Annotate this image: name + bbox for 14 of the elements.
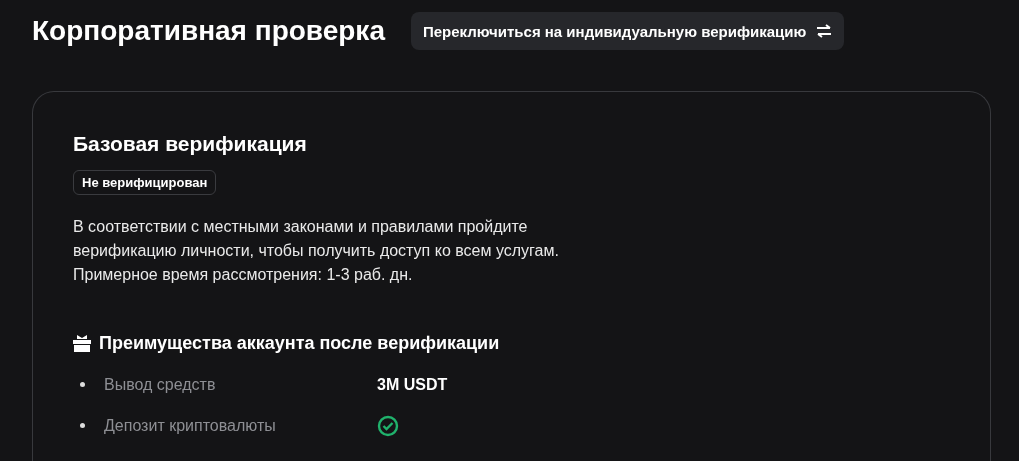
swap-arrows-icon [816, 24, 833, 38]
switch-verification-button[interactable]: Переключиться на индивидуальную верификацию [410, 12, 845, 50]
page-title: Корпоративная проверка [32, 15, 385, 47]
status-badge: Не верифицирован [73, 170, 217, 195]
benefit-label: Депозит криптовалюты [104, 416, 277, 435]
benefits-title: Преимущества аккаунта после верификации [99, 333, 500, 354]
check-circle-icon [377, 414, 399, 437]
benefit-label: Вывод средств [104, 375, 217, 394]
card-title: Базовая верификация [73, 132, 307, 156]
bullet-icon [80, 382, 85, 387]
bullet-icon [80, 423, 85, 428]
benefit-value: 3M USDT [377, 375, 448, 394]
gift-icon [73, 335, 91, 352]
description-text: В соответствии с местными законами и правилами пройдите верификацию личности, чтобы получить доступ ко всем услугам. Примерное время рассмотрения: 1-3 раб. дн. [73, 217, 560, 285]
